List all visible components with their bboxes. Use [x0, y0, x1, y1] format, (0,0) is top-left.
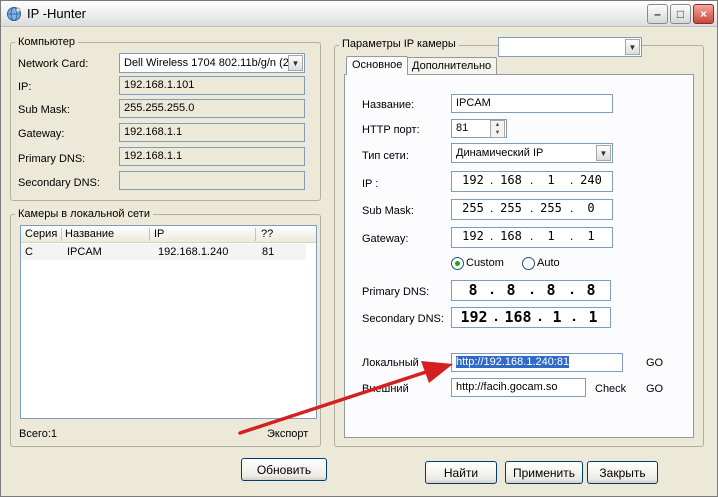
annotation-arrow-icon	[238, 361, 453, 435]
app-window: IP -Hunter – □ × Компьютер Network Card:…	[0, 0, 718, 497]
tab-general[interactable]: Основное	[346, 56, 409, 75]
